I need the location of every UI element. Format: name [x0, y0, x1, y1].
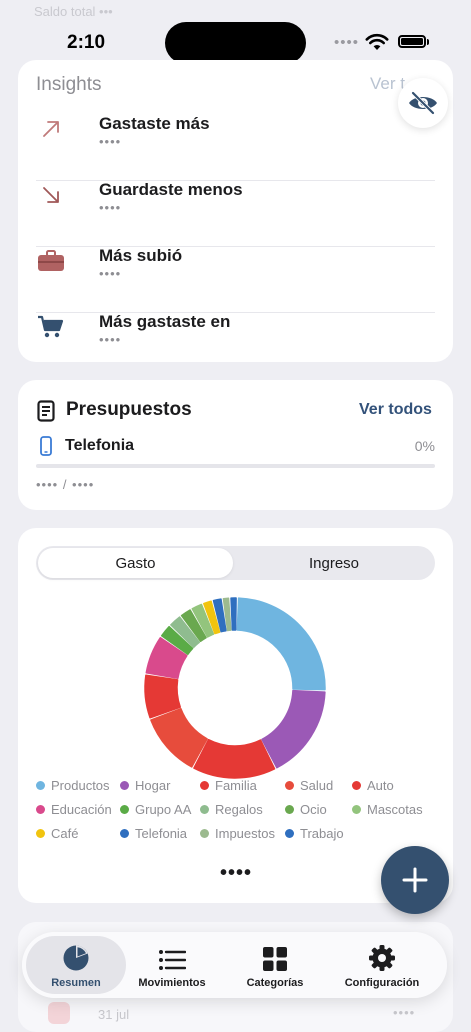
home-icon	[48, 1002, 70, 1024]
legend-item-familia: Familia	[200, 778, 257, 793]
tab-movimientos[interactable]: Movimientos	[126, 936, 218, 994]
legend-item-regalos: Regalos	[200, 802, 263, 817]
budget-percent: 0%	[414, 438, 435, 454]
plus-icon	[402, 867, 428, 893]
insight-value: ••••	[99, 134, 122, 149]
tab-configuracion[interactable]: Configuración	[332, 936, 432, 994]
tab-bar: Resumen Movimientos Categorías Configura…	[22, 932, 447, 998]
grid-icon	[262, 942, 288, 972]
chart-card: Gasto Ingreso Productos Hogar Familia Sa…	[18, 528, 453, 903]
cellular-signal-icon: ••••	[334, 34, 360, 51]
scrolled-header-text: Saldo total •••	[34, 4, 113, 19]
insights-title: Insights	[36, 74, 102, 95]
insight-row-spent-most-on[interactable]: Más gastaste en ••••	[36, 312, 435, 378]
dynamic-island	[165, 22, 306, 64]
budgets-title: Presupuestos	[66, 399, 192, 420]
insight-value: ••••	[99, 332, 122, 347]
insight-value: ••••	[99, 200, 122, 215]
legend-item-trabajo: Trabajo	[285, 826, 344, 841]
expense-donut-chart[interactable]	[137, 590, 333, 786]
transaction-date: 31 jul	[98, 1007, 130, 1022]
hide-amounts-button[interactable]	[398, 78, 448, 128]
budgets-see-all-link[interactable]: Ver todos	[359, 401, 432, 419]
donut-slice-trabajo[interactable]	[230, 597, 237, 631]
legend-item-mascotas: Mascotas	[352, 802, 423, 817]
tab-label: Configuración	[344, 977, 420, 989]
document-icon	[37, 400, 55, 422]
eye-slash-icon	[409, 91, 437, 115]
status-time: 2:10	[67, 32, 106, 53]
wifi-icon	[365, 33, 389, 50]
legend-item-ocio: Ocio	[285, 802, 327, 817]
phone-icon	[40, 436, 52, 456]
legend-item-salud: Salud	[285, 778, 333, 793]
legend-item-grupo-aa: Grupo AA	[120, 802, 191, 817]
gear-icon	[368, 942, 396, 972]
segment-ingreso[interactable]: Ingreso	[235, 548, 433, 578]
briefcase-icon	[36, 246, 66, 276]
cart-icon	[36, 312, 66, 342]
insight-label: Más subió	[99, 246, 183, 265]
legend-item-hogar: Hogar	[120, 778, 170, 793]
arrow-up-right-icon	[36, 114, 66, 144]
segment-gasto[interactable]: Gasto	[38, 548, 233, 578]
insight-value: ••••	[99, 266, 122, 281]
donut-slice-productos[interactable]	[236, 597, 326, 691]
insights-card: Insights Ver t Gastaste más •••• Guardas…	[18, 60, 453, 362]
budget-amount: •••• / ••••	[36, 477, 95, 492]
budgets-card: Presupuestos Ver todos Telefonia 0% ••••…	[18, 380, 453, 510]
tab-resumen[interactable]: Resumen	[26, 936, 126, 994]
tab-label: Movimientos	[138, 977, 206, 989]
legend-item-impuestos: Impuestos	[200, 826, 275, 841]
legend-item-telefonia: Telefonia	[120, 826, 187, 841]
insight-label: Guardaste menos	[99, 180, 243, 199]
tab-categorias[interactable]: Categorías	[230, 936, 320, 994]
battery-icon	[398, 35, 426, 48]
insight-label: Más gastaste en	[99, 312, 231, 331]
chart-total-value: ••••	[219, 862, 252, 884]
legend-item-productos: Productos	[36, 778, 110, 793]
insight-label: Gastaste más	[99, 114, 210, 133]
tab-label: Resumen	[51, 977, 101, 989]
legend-item-auto: Auto	[352, 778, 394, 793]
insight-row-spent-more[interactable]: Gastaste más ••••	[36, 114, 435, 181]
legend-item-cafe: Café	[36, 826, 78, 841]
budget-name: Telefonia	[65, 437, 135, 454]
donut-slice-hogar[interactable]	[261, 689, 326, 769]
expense-income-toggle: Gasto Ingreso	[36, 546, 435, 580]
transaction-amount: ••••	[393, 1005, 416, 1020]
add-transaction-button[interactable]	[381, 846, 449, 914]
budget-progress-bar	[36, 464, 435, 468]
insight-row-saved-less[interactable]: Guardaste menos ••••	[36, 180, 435, 247]
arrow-down-right-icon	[36, 180, 66, 210]
list-icon	[158, 942, 186, 972]
legend-item-educacion: Educación	[36, 802, 112, 817]
donut-slice-familia[interactable]	[193, 738, 276, 779]
pie-chart-icon	[62, 942, 90, 972]
tab-label: Categorías	[246, 977, 304, 989]
insight-row-rose-most[interactable]: Más subió ••••	[36, 246, 435, 313]
